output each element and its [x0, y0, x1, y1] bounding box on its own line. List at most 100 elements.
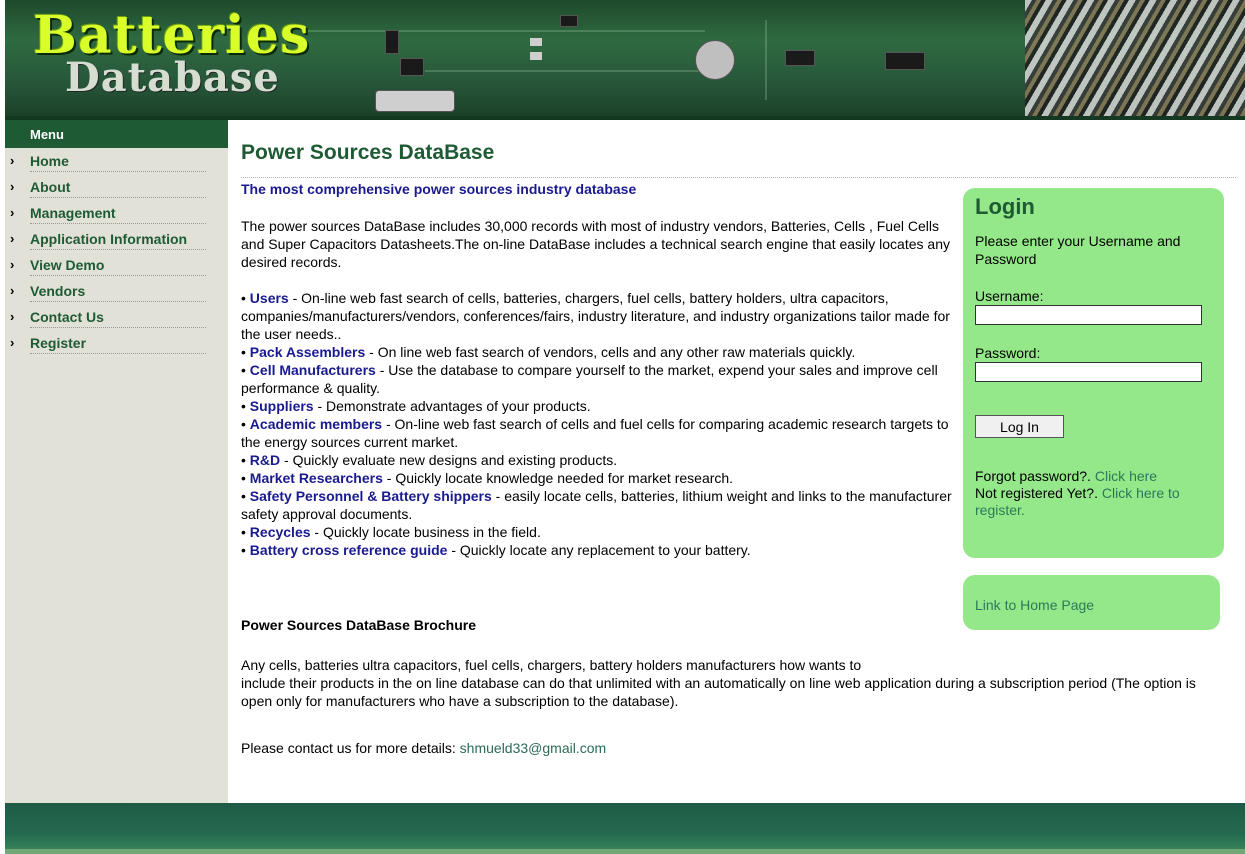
sidebar-item-management[interactable]: › Management — [5, 200, 228, 226]
sidebar-item-label[interactable]: Vendors — [30, 283, 85, 299]
bullet-text: - Quickly evaluate new designs and exist… — [280, 452, 618, 468]
sidebar-item-label[interactable]: About — [30, 179, 70, 195]
register-row: Not registered Yet?. Click here to regis… — [975, 485, 1212, 519]
closing-paragraph: Any cells, batteries ultra capacitors, f… — [241, 656, 1201, 710]
list-item: • Suppliers - Demonstrate advantages of … — [241, 398, 591, 414]
sidebar-item-application-information[interactable]: › Application Information — [5, 226, 228, 252]
bullet-text: - Demonstrate advantages of your product… — [313, 398, 591, 414]
sidebar-item-contact-us[interactable]: › Contact Us — [5, 304, 228, 330]
bullet-text: - On-line web fast search of cells, batt… — [241, 290, 950, 342]
sidebar-item-label[interactable]: Register — [30, 335, 86, 351]
bullet-list: • Users - On-line web fast search of cel… — [241, 289, 963, 559]
list-item: • Battery cross reference guide - Quickl… — [241, 542, 751, 558]
bullet-link[interactable]: Battery cross reference guide — [250, 542, 448, 558]
header-banner: Batteries Database — [5, 0, 1245, 120]
pcb-component — [530, 38, 542, 46]
list-item: • Safety Personnel & Battery shippers - … — [241, 488, 952, 522]
list-item: • Academic members - On-line web fast se… — [241, 416, 949, 450]
sidebar-item-label[interactable]: Contact Us — [30, 309, 104, 325]
bullet-link[interactable]: Cell Manufacturers — [250, 362, 376, 378]
bullet-text: - On line web fast search of vendors, ce… — [365, 344, 856, 360]
password-label: Password: — [975, 345, 1041, 361]
list-item: • Recycles - Quickly locate business in … — [241, 524, 541, 540]
home-page-link[interactable]: Link to Home Page — [975, 597, 1094, 613]
email-link[interactable]: shmueld33@gmail.com — [460, 740, 607, 756]
register-text: Not registered Yet?. — [975, 485, 1102, 501]
chevron-right-icon: › — [10, 335, 15, 350]
chevron-right-icon: › — [10, 231, 15, 246]
pcb-component — [785, 50, 815, 66]
bullet-link[interactable]: Recycles — [250, 524, 311, 540]
batteries-photo — [1025, 0, 1245, 116]
pcb-trace — [765, 20, 767, 100]
list-item: • Cell Manufacturers - Use the database … — [241, 362, 938, 396]
pcb-component — [885, 52, 925, 70]
chevron-right-icon: › — [10, 153, 15, 168]
bullet-link[interactable]: Suppliers — [250, 398, 314, 414]
chevron-right-icon: › — [10, 205, 15, 220]
bullet-link[interactable]: R&D — [250, 452, 280, 468]
brochure-heading: Power Sources DataBase Brochure — [241, 617, 476, 633]
chevron-right-icon: › — [10, 257, 15, 272]
contact-line: Please contact us for more details: shmu… — [241, 740, 606, 756]
forgot-text: Forgot password?. — [975, 468, 1095, 484]
sidebar-item-home[interactable]: › Home — [5, 148, 228, 174]
sidebar-item-label[interactable]: View Demo — [30, 257, 104, 273]
chevron-right-icon: › — [10, 179, 15, 194]
logo-subtitle: Database — [65, 54, 280, 101]
pcb-component — [400, 58, 424, 76]
pcb-trace — [425, 70, 725, 72]
login-help: Forgot password?. Click here Not registe… — [975, 468, 1212, 519]
bullet-link[interactable]: Safety Personnel & Battery shippers — [250, 488, 492, 504]
bullet-text: - Quickly locate any replacement to your… — [447, 542, 751, 558]
login-instructions: Please enter your Username and Password — [975, 233, 1181, 267]
list-item: • Users - On-line web fast search of cel… — [241, 290, 950, 342]
username-field[interactable] — [975, 305, 1202, 325]
footer-band — [5, 849, 1245, 854]
bullet-link[interactable]: Pack Assemblers — [250, 344, 365, 360]
pcb-component — [560, 15, 578, 27]
page-title: Power Sources DataBase — [241, 141, 495, 164]
login-title: Login — [975, 194, 1035, 219]
list-item: • Market Researchers - Quickly locate kn… — [241, 470, 734, 486]
sidebar-item-register[interactable]: › Register — [5, 330, 228, 356]
tagline: The most comprehensive power sources ind… — [241, 181, 637, 197]
bullet-link[interactable]: Users — [250, 290, 289, 306]
sidebar-item-vendors[interactable]: › Vendors — [5, 278, 228, 304]
pcb-component — [385, 30, 399, 54]
menu-title: Menu — [5, 120, 228, 148]
bullet-text: - Quickly locate business in the field. — [310, 524, 541, 540]
chevron-right-icon: › — [10, 309, 15, 324]
bullet-link[interactable]: Academic members — [250, 416, 382, 432]
pcb-trace — [305, 30, 705, 32]
login-panel: Login Please enter your Username and Pas… — [963, 188, 1224, 558]
pcb-component — [695, 40, 735, 80]
contact-text: Please contact us for more details: — [241, 740, 460, 756]
intro-paragraph: The power sources DataBase includes 30,0… — [241, 218, 950, 270]
password-field[interactable] — [975, 362, 1202, 382]
login-button[interactable]: Log In — [975, 415, 1064, 438]
sidebar-item-about[interactable]: › About — [5, 174, 228, 200]
bullet-text: - Quickly locate knowledge needed for ma… — [382, 470, 734, 486]
sidebar-item-label[interactable]: Management — [30, 205, 116, 221]
list-item: • R&D - Quickly evaluate new designs and… — [241, 452, 618, 468]
sidebar-item-view-demo[interactable]: › View Demo — [5, 252, 228, 278]
sidebar: Menu › Home › About › Management › Applicati… — [5, 120, 228, 803]
pcb-component — [530, 52, 542, 60]
divider — [241, 177, 1236, 178]
pcb-component — [375, 90, 455, 112]
sidebar-item-label[interactable]: Home — [30, 153, 69, 169]
closing-line: include their products in the on line da… — [241, 675, 1196, 709]
content-body: The power sources DataBase includes 30,0… — [241, 217, 963, 559]
menu-list: › Home › About › Management › Application In… — [5, 148, 228, 356]
main-content: Power Sources DataBase The most comprehe… — [241, 140, 1241, 756]
username-label: Username: — [975, 288, 1044, 304]
closing-line: Any cells, batteries ultra capacitors, f… — [241, 657, 862, 673]
list-item: • Pack Assemblers - On line web fast sea… — [241, 344, 856, 360]
chevron-right-icon: › — [10, 283, 15, 298]
bullet-link[interactable]: Market Researchers — [250, 470, 383, 486]
sidebar-item-label[interactable]: Application Information — [30, 231, 187, 247]
footer — [5, 803, 1245, 854]
forgot-row: Forgot password?. Click here — [975, 468, 1212, 485]
forgot-password-link[interactable]: Click here — [1095, 468, 1157, 484]
